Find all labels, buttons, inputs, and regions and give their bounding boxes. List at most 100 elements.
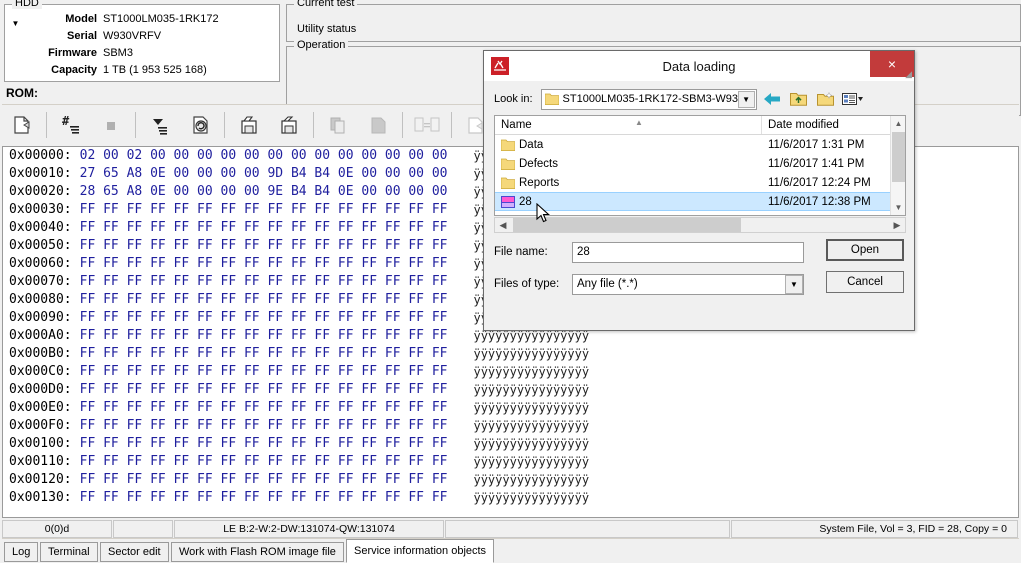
paste-button[interactable] — [358, 107, 398, 143]
hex-bytes[interactable]: FF FF FF FF FF FF FF FF FF FF FF FF FF F… — [80, 453, 448, 471]
hex-bytes[interactable]: FF FF FF FF FF FF FF FF FF FF FF FF FF F… — [80, 201, 448, 219]
file-list-item[interactable]: 35 11/6/2017 12:45 PM — [495, 211, 905, 215]
hex-ascii[interactable]: ÿÿÿÿÿÿÿÿÿÿÿÿÿÿÿÿ — [473, 489, 589, 507]
hex-bytes[interactable]: FF FF FF FF FF FF FF FF FF FF FF FF FF F… — [80, 273, 448, 291]
scroll-up-icon[interactable]: ▲ — [891, 116, 906, 131]
hex-bytes[interactable]: FF FF FF FF FF FF FF FF FF FF FF FF FF F… — [80, 435, 448, 453]
tab-log[interactable]: Log — [4, 542, 39, 562]
goto-offset-button[interactable]: # — [51, 107, 91, 143]
hex-bytes[interactable]: FF FF FF FF FF FF FF FF FF FF FF FF FF F… — [80, 417, 448, 435]
hex-bytes[interactable]: 02 00 02 00 00 00 00 00 00 00 00 00 00 0… — [80, 147, 448, 165]
hex-address: 0x00000: — [9, 148, 72, 163]
status-cell-offset: 0(0)d — [2, 520, 112, 538]
hdd-value-capacity: 1 TB (1 953 525 168) — [103, 63, 207, 76]
hdd-row-serial: Serial W930VRFV — [5, 27, 279, 44]
scroll-down-icon[interactable]: ▼ — [891, 200, 906, 215]
file-list-item[interactable]: Defects 11/6/2017 1:41 PM — [495, 154, 905, 173]
scroll-right-icon[interactable]: ▶ — [889, 218, 905, 232]
open-button[interactable]: Open — [826, 239, 904, 261]
hex-ascii[interactable]: ÿÿÿÿÿÿÿÿÿÿÿÿÿÿÿÿ — [473, 363, 589, 381]
copy-button[interactable] — [318, 107, 358, 143]
toolbar-separator — [313, 111, 314, 138]
stop-button[interactable] — [91, 107, 131, 143]
hex-row[interactable]: 0x000B0: FF FF FF FF FF FF FF FF FF FF FF… — [3, 345, 1018, 363]
hdd-label-serial: Serial — [67, 29, 97, 42]
hex-bytes[interactable]: FF FF FF FF FF FF FF FF FF FF FF FF FF F… — [80, 237, 448, 255]
dialog-titlebar[interactable]: Data loading × — [484, 51, 914, 81]
floppy-save-icon — [241, 115, 257, 134]
hex-bytes[interactable]: FF FF FF FF FF FF FF FF FF FF FF FF FF F… — [80, 327, 448, 345]
hex-bytes[interactable]: 27 65 A8 0E 00 00 00 00 9D B4 B4 0E 00 0… — [80, 165, 448, 183]
tab-terminal[interactable]: Terminal — [40, 542, 98, 562]
file-list-item[interactable]: Reports 11/6/2017 12:24 PM — [495, 173, 905, 192]
hex-ascii[interactable]: ÿÿÿÿÿÿÿÿÿÿÿÿÿÿÿÿ — [473, 381, 589, 399]
hscrollbar-thumb[interactable] — [513, 218, 741, 232]
load-button[interactable] — [269, 107, 309, 143]
file-list-vertical-scrollbar[interactable]: ▲ ▼ — [890, 116, 905, 215]
hex-bytes[interactable]: FF FF FF FF FF FF FF FF FF FF FF FF FF F… — [80, 399, 448, 417]
hex-file-icon — [501, 195, 519, 208]
hex-bytes[interactable]: FF FF FF FF FF FF FF FF FF FF FF FF FF F… — [80, 291, 448, 309]
view-menu-button[interactable] — [841, 88, 865, 110]
hex-bytes[interactable]: FF FF FF FF FF FF FF FF FF FF FF FF FF F… — [80, 255, 448, 273]
chevron-down-icon[interactable]: ▼ — [785, 274, 803, 294]
compare-button[interactable] — [407, 107, 447, 143]
toolbar-separator — [46, 111, 47, 138]
hex-row[interactable]: 0x00120: FF FF FF FF FF FF FF FF FF FF FF… — [3, 471, 1018, 489]
look-in-label: Look in: — [494, 93, 533, 105]
folder-icon — [544, 93, 559, 105]
scroll-left-icon[interactable]: ◀ — [495, 218, 511, 232]
cancel-button[interactable]: Cancel — [826, 271, 904, 293]
hex-ascii[interactable]: ÿÿÿÿÿÿÿÿÿÿÿÿÿÿÿÿ — [473, 417, 589, 435]
hex-row[interactable]: 0x000D0: FF FF FF FF FF FF FF FF FF FF FF… — [3, 381, 1018, 399]
hex-row[interactable]: 0x00110: FF FF FF FF FF FF FF FF FF FF FF… — [3, 453, 1018, 471]
hex-bytes[interactable]: FF FF FF FF FF FF FF FF FF FF FF FF FF F… — [80, 489, 448, 507]
hdd-row-model: Model ST1000LM035-1RK172 — [5, 10, 279, 27]
application-window: HDD ▼ Model ST1000LM035-1RK172 Serial W9… — [0, 0, 1021, 563]
hex-bytes[interactable]: FF FF FF FF FF FF FF FF FF FF FF FF FF F… — [80, 309, 448, 327]
back-button[interactable] — [760, 88, 784, 110]
file-list-item[interactable]: 28 11/6/2017 12:38 PM — [495, 192, 905, 211]
up-folder-button[interactable] — [787, 88, 811, 110]
hex-bytes[interactable]: FF FF FF FF FF FF FF FF FF FF FF FF FF F… — [80, 471, 448, 489]
column-header-name[interactable]: Name — [495, 116, 762, 134]
resize-grip-icon[interactable]: ◢ — [905, 69, 912, 80]
hex-bytes[interactable]: FF FF FF FF FF FF FF FF FF FF FF FF FF F… — [80, 363, 448, 381]
hex-ascii[interactable]: ÿÿÿÿÿÿÿÿÿÿÿÿÿÿÿÿ — [473, 345, 589, 363]
hex-ascii[interactable]: ÿÿÿÿÿÿÿÿÿÿÿÿÿÿÿÿ — [473, 471, 589, 489]
refresh-page-icon — [193, 115, 208, 134]
scrollbar-thumb[interactable] — [892, 132, 905, 182]
tab-work-with-flash-rom-image-file[interactable]: Work with Flash ROM image file — [171, 542, 344, 562]
hex-row[interactable]: 0x00100: FF FF FF FF FF FF FF FF FF FF FF… — [3, 435, 1018, 453]
hex-bytes[interactable]: FF FF FF FF FF FF FF FF FF FF FF FF FF F… — [80, 345, 448, 363]
tab-sector-edit[interactable]: Sector edit — [100, 542, 169, 562]
file-name-input[interactable]: 28 — [572, 241, 804, 263]
hex-ascii[interactable]: ÿÿÿÿÿÿÿÿÿÿÿÿÿÿÿÿ — [473, 435, 589, 453]
hex-row[interactable]: 0x000F0: FF FF FF FF FF FF FF FF FF FF FF… — [3, 417, 1018, 435]
file-list-item[interactable]: Data 11/6/2017 1:31 PM — [495, 135, 905, 154]
hex-bytes[interactable]: 28 65 A8 0E 00 00 00 00 9E B4 B4 0E 00 0… — [80, 183, 448, 201]
file-list[interactable]: Name ▲ Date modified Data 11/6/2017 1:31 … — [494, 115, 906, 216]
new-folder-button[interactable] — [814, 88, 838, 110]
new-file-button[interactable] — [2, 107, 42, 143]
column-header-date[interactable]: Date modified — [762, 116, 905, 134]
file-list-rows: Data 11/6/2017 1:31 PM Defects 11/6/2017 1:… — [495, 135, 905, 215]
file-list-horizontal-scrollbar[interactable]: ◀ ▶ — [494, 217, 906, 233]
tab-service-information-objects[interactable]: Service information objects — [346, 539, 495, 563]
filter-button[interactable] — [140, 107, 180, 143]
tab-bar: Log Terminal Sector edit Work with Flash RO… — [2, 538, 1019, 563]
hex-row[interactable]: 0x000E0: FF FF FF FF FF FF FF FF FF FF FF… — [3, 399, 1018, 417]
hex-bytes[interactable]: FF FF FF FF FF FF FF FF FF FF FF FF FF F… — [80, 381, 448, 399]
chevron-down-icon[interactable]: ▼ — [737, 90, 755, 108]
refresh-button[interactable] — [180, 107, 220, 143]
save-button[interactable] — [229, 107, 269, 143]
look-in-combo[interactable]: ST1000LM035-1RK172-SBM3-W930 ▼ — [540, 88, 757, 110]
file-type-select[interactable]: Any file (*.*) ▼ — [572, 273, 804, 295]
hex-ascii[interactable]: ÿÿÿÿÿÿÿÿÿÿÿÿÿÿÿÿ — [473, 453, 589, 471]
hex-address: 0x000F0: — [9, 418, 72, 433]
hex-bytes[interactable]: FF FF FF FF FF FF FF FF FF FF FF FF FF F… — [80, 219, 448, 237]
hex-row[interactable]: 0x00130: FF FF FF FF FF FF FF FF FF FF FF… — [3, 489, 1018, 507]
hex-ascii[interactable]: ÿÿÿÿÿÿÿÿÿÿÿÿÿÿÿÿ — [473, 399, 589, 417]
hex-address: 0x00020: — [9, 184, 72, 199]
hex-row[interactable]: 0x000C0: FF FF FF FF FF FF FF FF FF FF FF… — [3, 363, 1018, 381]
